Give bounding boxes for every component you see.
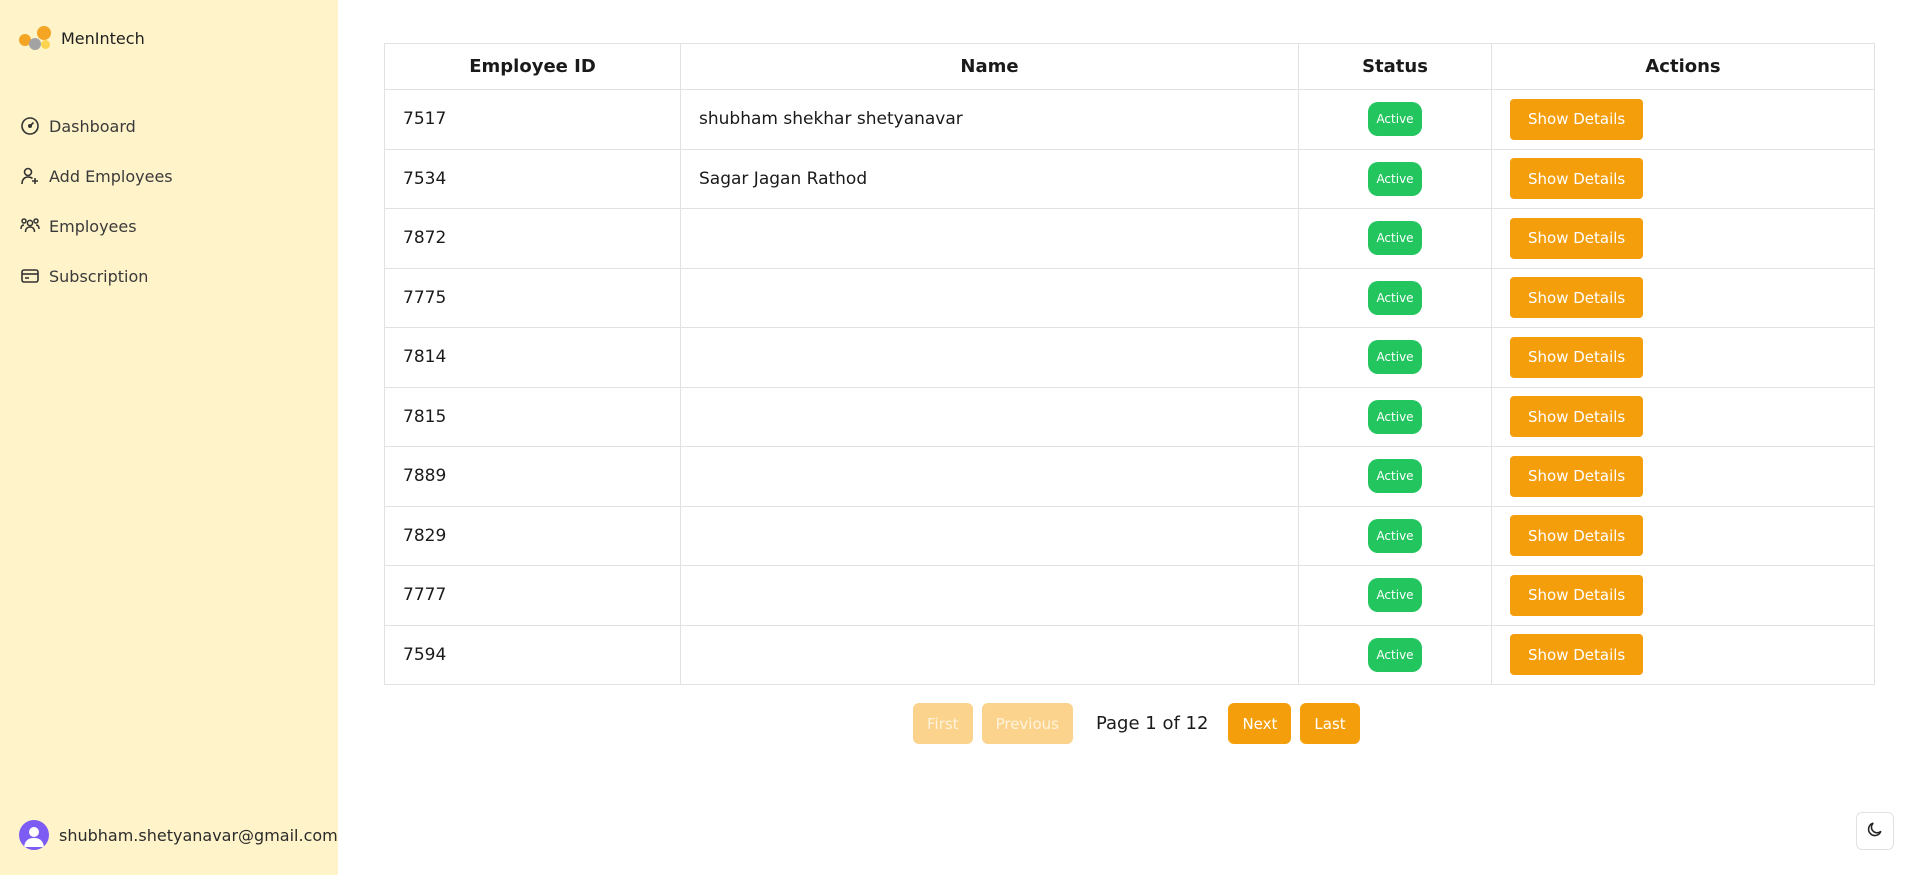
status-badge: Active [1368,459,1422,494]
user-email: shubham.shetyanavar@gmail.com [59,825,338,845]
brand-name: MenIntech [61,28,145,48]
sidebar-item-subscription[interactable]: Subscription [19,251,173,301]
employee-name-cell: Sagar Jagan Rathod [680,148,1299,209]
employee-name-cell [680,505,1299,566]
employee-name-cell [680,208,1299,269]
employee-id-cell: 7889 [384,446,681,507]
employee-id-cell: 7777 [384,565,681,626]
table-row: 7517 shubham shekhar shetyanavar Active … [384,89,1875,150]
pagination: First Previous Page 1 of 12 Next Last [913,703,1369,744]
table-row: 7872 Active Show Details [384,208,1875,269]
sidebar-item-label: Add Employees [49,166,173,186]
user-profile[interactable]: shubham.shetyanavar@gmail.com [19,820,338,850]
previous-page-button[interactable]: Previous [981,703,1073,744]
employee-id-cell: 7814 [384,327,681,388]
brand[interactable]: MenIntech [19,24,145,52]
table-row: 7889 Active Show Details [384,446,1875,507]
moon-icon [1866,820,1884,842]
sidebar: MenIntech Dashboard Add Employees Employ… [0,0,338,875]
employee-id-cell: 7517 [384,89,681,150]
status-badge: Active [1368,518,1422,553]
sidebar-item-label: Dashboard [49,116,136,136]
sidebar-nav: Dashboard Add Employees Employees Subscr… [19,101,173,301]
employee-name-cell [680,267,1299,328]
employee-id-cell: 7829 [384,505,681,566]
sidebar-item-dashboard[interactable]: Dashboard [19,101,173,151]
users-icon [19,215,41,237]
employee-name-cell: shubham shekhar shetyanavar [680,89,1299,150]
dashboard-icon [19,115,41,137]
status-badge: Active [1368,221,1422,256]
sidebar-item-add-employees[interactable]: Add Employees [19,151,173,201]
employee-name-cell [680,565,1299,626]
employee-name-cell [680,624,1299,685]
table-row: 7814 Active Show Details [384,327,1875,388]
table-header-row: Employee ID Name Status Actions [384,43,1875,90]
show-details-button[interactable]: Show Details [1510,396,1644,438]
column-header-status: Status [1298,43,1492,90]
employee-id-cell: 7872 [384,208,681,269]
show-details-button[interactable]: Show Details [1510,634,1644,676]
table-row: 7777 Active Show Details [384,565,1875,626]
sidebar-item-label: Employees [49,216,137,236]
show-details-button[interactable]: Show Details [1510,574,1644,616]
table-row: 7534 Sagar Jagan Rathod Active Show Deta… [384,148,1875,209]
last-page-button[interactable]: Last [1300,703,1360,744]
employee-id-cell: 7594 [384,624,681,685]
main-content: Employee ID Name Status Actions 7517 shu… [338,0,1920,875]
employee-id-cell: 7815 [384,386,681,447]
next-page-button[interactable]: Next [1228,703,1292,744]
sidebar-item-label: Subscription [49,266,149,286]
show-details-button[interactable]: Show Details [1510,515,1644,557]
avatar [19,820,49,850]
add-user-icon [19,165,41,187]
employee-name-cell [680,327,1299,388]
credit-card-icon [19,265,41,287]
employees-table: Employee ID Name Status Actions 7517 shu… [384,43,1875,685]
logo-icon [19,24,51,52]
show-details-button[interactable]: Show Details [1510,336,1644,378]
column-header-employee-id: Employee ID [384,43,681,90]
table-row: 7829 Active Show Details [384,505,1875,566]
employee-name-cell [680,446,1299,507]
sidebar-item-employees[interactable]: Employees [19,201,173,251]
employee-id-cell: 7775 [384,267,681,328]
page-indicator: Page 1 of 12 [1095,713,1209,734]
column-header-name: Name [680,43,1299,90]
status-badge: Active [1368,161,1422,196]
status-badge: Active [1368,102,1422,137]
column-header-actions: Actions [1491,43,1875,90]
status-badge: Active [1368,637,1422,672]
show-details-button[interactable]: Show Details [1510,455,1644,497]
show-details-button[interactable]: Show Details [1510,217,1644,259]
status-badge: Active [1368,340,1422,375]
status-badge: Active [1368,578,1422,613]
table-row: 7594 Active Show Details [384,624,1875,685]
theme-toggle-button[interactable] [1856,812,1894,850]
first-page-button[interactable]: First [913,703,973,744]
table-row: 7815 Active Show Details [384,386,1875,447]
status-badge: Active [1368,399,1422,434]
show-details-button[interactable]: Show Details [1510,98,1644,140]
employee-id-cell: 7534 [384,148,681,209]
status-badge: Active [1368,280,1422,315]
show-details-button[interactable]: Show Details [1510,277,1644,319]
show-details-button[interactable]: Show Details [1510,158,1644,200]
table-row: 7775 Active Show Details [384,267,1875,328]
employee-name-cell [680,386,1299,447]
